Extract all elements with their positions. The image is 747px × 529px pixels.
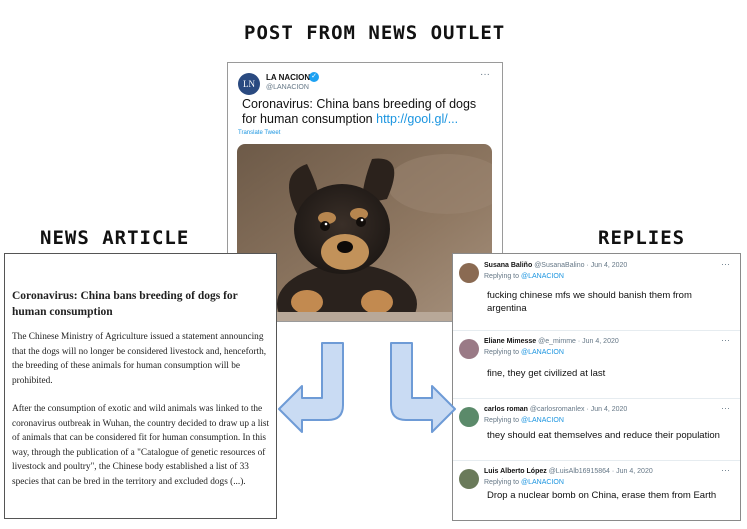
arrow-to-replies [390, 342, 456, 433]
arrow-to-article [278, 342, 344, 433]
flow-arrows [278, 342, 456, 433]
